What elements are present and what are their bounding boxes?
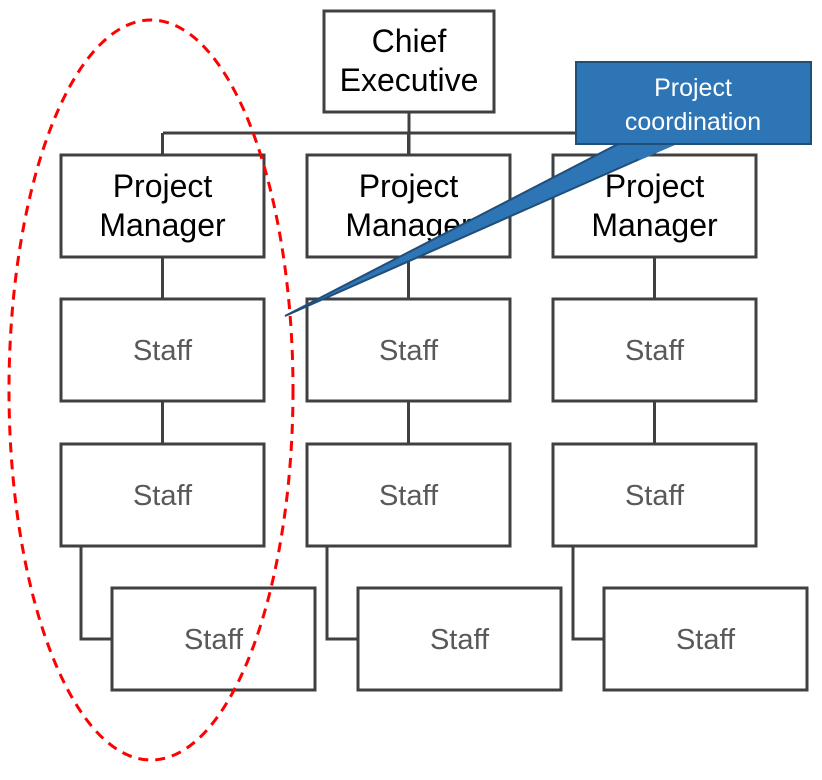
connector bbox=[325, 546, 358, 641]
staff-label: Staff bbox=[379, 335, 439, 367]
org-chart: ChiefExecutiveProjectManagerStaffStaffSt… bbox=[7, 9, 812, 762]
manager-line2: Manager bbox=[99, 207, 226, 243]
callout-line2: coordination bbox=[625, 108, 761, 136]
staff-label: Staff bbox=[133, 480, 193, 512]
chief-line2: Executive bbox=[340, 62, 479, 98]
manager-line1: Project bbox=[113, 168, 213, 204]
staff-label: Staff bbox=[430, 624, 490, 656]
callout-line1: Project bbox=[654, 74, 732, 102]
connector bbox=[571, 546, 604, 641]
manager-line1: Project bbox=[359, 168, 459, 204]
staff-label: Staff bbox=[625, 480, 685, 512]
staff-label: Staff bbox=[184, 624, 244, 656]
staff-label: Staff bbox=[379, 480, 439, 512]
manager-line1: Project bbox=[605, 168, 705, 204]
chief-line1: Chief bbox=[372, 23, 447, 59]
staff-label: Staff bbox=[625, 335, 685, 367]
manager-line2: Manager bbox=[591, 207, 718, 243]
staff-label: Staff bbox=[676, 624, 736, 656]
staff-label: Staff bbox=[133, 335, 193, 367]
connector bbox=[79, 546, 112, 641]
